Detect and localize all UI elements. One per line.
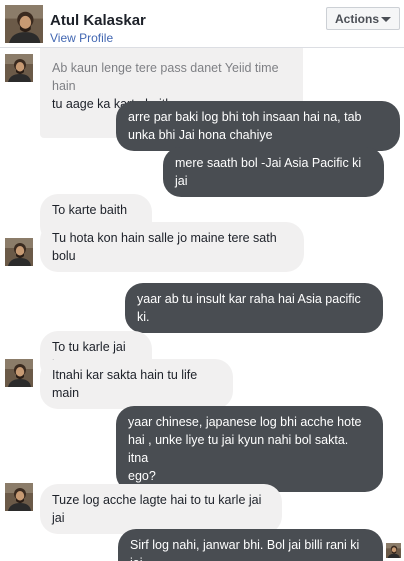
sender-avatar — [5, 483, 33, 511]
actions-dropdown[interactable]: Actions — [326, 7, 400, 30]
message-text: Ab kaun lenge tere pass danet Yeiid time… — [52, 61, 279, 93]
message-bubble: yaar ab tu insult kar raha hai Asia paci… — [125, 283, 383, 333]
chat-header: Atul Kalaskar View Profile Actions — [0, 0, 404, 48]
sender-avatar — [5, 359, 33, 387]
contact-avatar[interactable] — [5, 5, 43, 43]
actions-label: Actions — [335, 12, 380, 26]
sender-avatar — [5, 238, 33, 266]
message-bubble: Sirf log nahi, janwar bhi. Bol jai billi… — [118, 529, 383, 561]
contact-name[interactable]: Atul Kalaskar — [50, 12, 146, 29]
message-bubble: Tuze log acche lagte hai to tu karle jai… — [40, 484, 282, 534]
message-bubble: arre par baki log bhi toh insaan hai na,… — [116, 101, 400, 151]
sender-avatar — [5, 54, 33, 82]
message-bubble: Itnahi kar sakta hain tu life main — [40, 359, 233, 409]
view-profile-link[interactable]: View Profile — [50, 31, 113, 45]
message-bubble: mere saath bol -Jai Asia Pacific ki jai — [163, 147, 384, 197]
message-bubble: yaar chinese, japanese log bhi acche hot… — [116, 406, 383, 492]
message-bubble: Tu hota kon hain salle jo maine tere sat… — [40, 222, 304, 272]
chevron-down-icon — [381, 17, 391, 22]
message-list[interactable]: Ab kaun lenge tere pass danet Yeiid time… — [0, 48, 404, 561]
read-receipt-avatar — [386, 543, 401, 558]
